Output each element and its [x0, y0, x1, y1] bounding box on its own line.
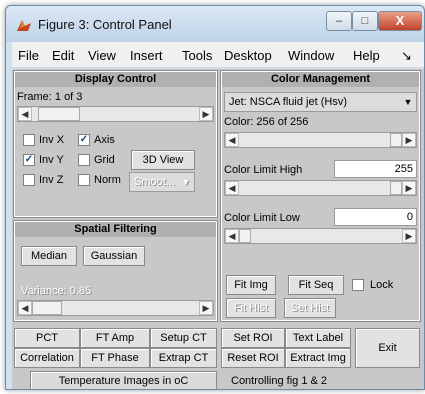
fit-hist-button[interactable]: Fit Hist	[226, 298, 276, 318]
low-slider-right-arrow[interactable]: ▶	[402, 229, 416, 243]
display-control-panel: Display Control Frame: 1 of 3 ◀ ▶ Inv X …	[13, 70, 218, 218]
low-slider-thumb[interactable]	[239, 229, 251, 243]
extract-img-button[interactable]: Extract Img	[285, 348, 351, 368]
ft-phase-button[interactable]: FT Phase	[80, 348, 150, 368]
variance-slider-right-arrow[interactable]: ▶	[199, 301, 213, 315]
variance-slider[interactable]: ◀ ▶	[17, 300, 214, 316]
grid-checkbox[interactable]	[78, 154, 90, 166]
grid-label: Grid	[94, 154, 115, 166]
frame-slider-right-arrow[interactable]: ▶	[199, 107, 213, 121]
ft-amp-button[interactable]: FT Amp	[80, 328, 150, 348]
frame-slider-thumb[interactable]	[38, 107, 81, 121]
variance-slider-thumb[interactable]	[32, 301, 62, 315]
matlab-figure-icon	[17, 20, 31, 31]
color-limit-high-field[interactable]: 255	[334, 160, 417, 178]
smooth-dropdown[interactable]: Smoot... ▼	[129, 172, 195, 192]
menu-edit[interactable]: Edit	[52, 48, 74, 63]
inv-z-label: Inv Z	[39, 174, 64, 186]
menu-bar: File Edit View Insert Tools Desktop Wind…	[12, 42, 424, 68]
spatial-filtering-panel: Spatial Filtering Median Gaussian Varian…	[13, 220, 218, 322]
maximize-button[interactable]: □	[352, 11, 378, 31]
median-button[interactable]: Median	[21, 246, 77, 266]
axis-checkbox[interactable]: ✓	[78, 134, 90, 146]
color-limit-low-field[interactable]: 0	[334, 208, 417, 226]
menu-tools[interactable]: Tools	[182, 48, 212, 63]
color-management-panel: Color Management Jet: NSCA fluid jet (Hs…	[220, 70, 421, 322]
high-slider-thumb[interactable]	[390, 181, 402, 195]
display-control-title: Display Control	[15, 72, 216, 87]
color-limit-low-label: Color Limit Low	[224, 212, 300, 224]
spatial-filtering-title: Spatial Filtering	[15, 222, 216, 237]
colormap-value: Jet: NSCA fluid jet (Hsv)	[229, 96, 347, 108]
smooth-value: Smoot...	[134, 176, 175, 188]
norm-label: Norm	[94, 174, 121, 186]
inv-y-checkbox[interactable]: ✓	[23, 154, 35, 166]
menu-insert[interactable]: Insert	[130, 48, 163, 63]
set-roi-button[interactable]: Set ROI	[221, 328, 285, 348]
pct-button[interactable]: PCT	[14, 328, 80, 348]
menu-desktop[interactable]: Desktop	[224, 48, 272, 63]
color-slider-left-arrow[interactable]: ◀	[225, 133, 239, 147]
menu-file[interactable]: File	[18, 48, 39, 63]
frame-label: Frame: 1 of 3	[17, 91, 83, 103]
controlling-status-label: Controlling fig 1 & 2	[231, 375, 327, 387]
axis-label: Axis	[94, 134, 115, 146]
lock-checkbox[interactable]	[352, 279, 364, 291]
figure-client-area: Display Control Frame: 1 of 3 ◀ ▶ Inv X …	[12, 69, 424, 389]
menu-overflow-icon[interactable]: ↘	[401, 48, 412, 64]
color-slider-thumb[interactable]	[390, 133, 402, 147]
3d-view-button[interactable]: 3D View	[131, 150, 195, 170]
high-slider-right-arrow[interactable]: ▶	[402, 181, 416, 195]
color-limit-high-slider[interactable]: ◀ ▶	[224, 180, 417, 196]
exit-button[interactable]: Exit	[355, 328, 420, 368]
menu-view[interactable]: View	[88, 48, 116, 63]
correlation-button[interactable]: Correlation	[14, 348, 80, 368]
close-button[interactable]: X	[378, 11, 422, 31]
title-bar: Figure 3: Control Panel – □ X	[6, 6, 424, 42]
frame-slider-left-arrow[interactable]: ◀	[18, 107, 32, 121]
gaussian-button[interactable]: Gaussian	[83, 246, 145, 266]
menu-window[interactable]: Window	[288, 48, 334, 63]
color-limit-high-label: Color Limit High	[224, 164, 303, 176]
setup-ct-button[interactable]: Setup CT	[150, 328, 217, 348]
frame-slider[interactable]: ◀ ▶	[17, 106, 214, 122]
variance-slider-left-arrow[interactable]: ◀	[18, 301, 32, 315]
color-slider-right-arrow[interactable]: ▶	[402, 133, 416, 147]
set-hist-button[interactable]: Set Hist	[284, 298, 336, 318]
text-label-button[interactable]: Text Label	[285, 328, 351, 348]
menu-help[interactable]: Help	[353, 48, 380, 63]
norm-checkbox[interactable]	[78, 174, 90, 186]
inv-x-label: Inv X	[39, 134, 65, 146]
color-count-label: Color: 256 of 256	[224, 116, 309, 128]
inv-z-checkbox[interactable]	[23, 174, 35, 186]
chevron-down-icon: ▼	[403, 97, 413, 107]
colormap-dropdown[interactable]: Jet: NSCA fluid jet (Hsv) ▼	[224, 92, 417, 112]
temperature-status-label: Temperature Images in oC	[30, 371, 217, 389]
lock-label: Lock	[370, 279, 394, 291]
color-limit-low-slider[interactable]: ◀ ▶	[224, 228, 417, 244]
extrap-ct-button[interactable]: Extrap CT	[150, 348, 217, 368]
inv-x-checkbox[interactable]	[23, 134, 35, 146]
fit-seq-button[interactable]: Fit Seq	[288, 275, 344, 295]
window-title: Figure 3: Control Panel	[38, 17, 172, 32]
minimize-button[interactable]: –	[326, 11, 352, 31]
high-slider-left-arrow[interactable]: ◀	[225, 181, 239, 195]
reset-roi-button[interactable]: Reset ROI	[221, 348, 285, 368]
fit-img-button[interactable]: Fit Img	[226, 275, 276, 295]
color-management-title: Color Management	[222, 72, 419, 87]
chevron-down-icon: ▼	[181, 177, 191, 187]
low-slider-left-arrow[interactable]: ◀	[225, 229, 239, 243]
control-panel-window: Figure 3: Control Panel – □ X File Edit …	[5, 5, 425, 390]
variance-label: Variance: 0.85	[21, 285, 92, 297]
inv-y-label: Inv Y	[39, 154, 64, 166]
color-slider[interactable]: ◀ ▶	[224, 132, 417, 148]
